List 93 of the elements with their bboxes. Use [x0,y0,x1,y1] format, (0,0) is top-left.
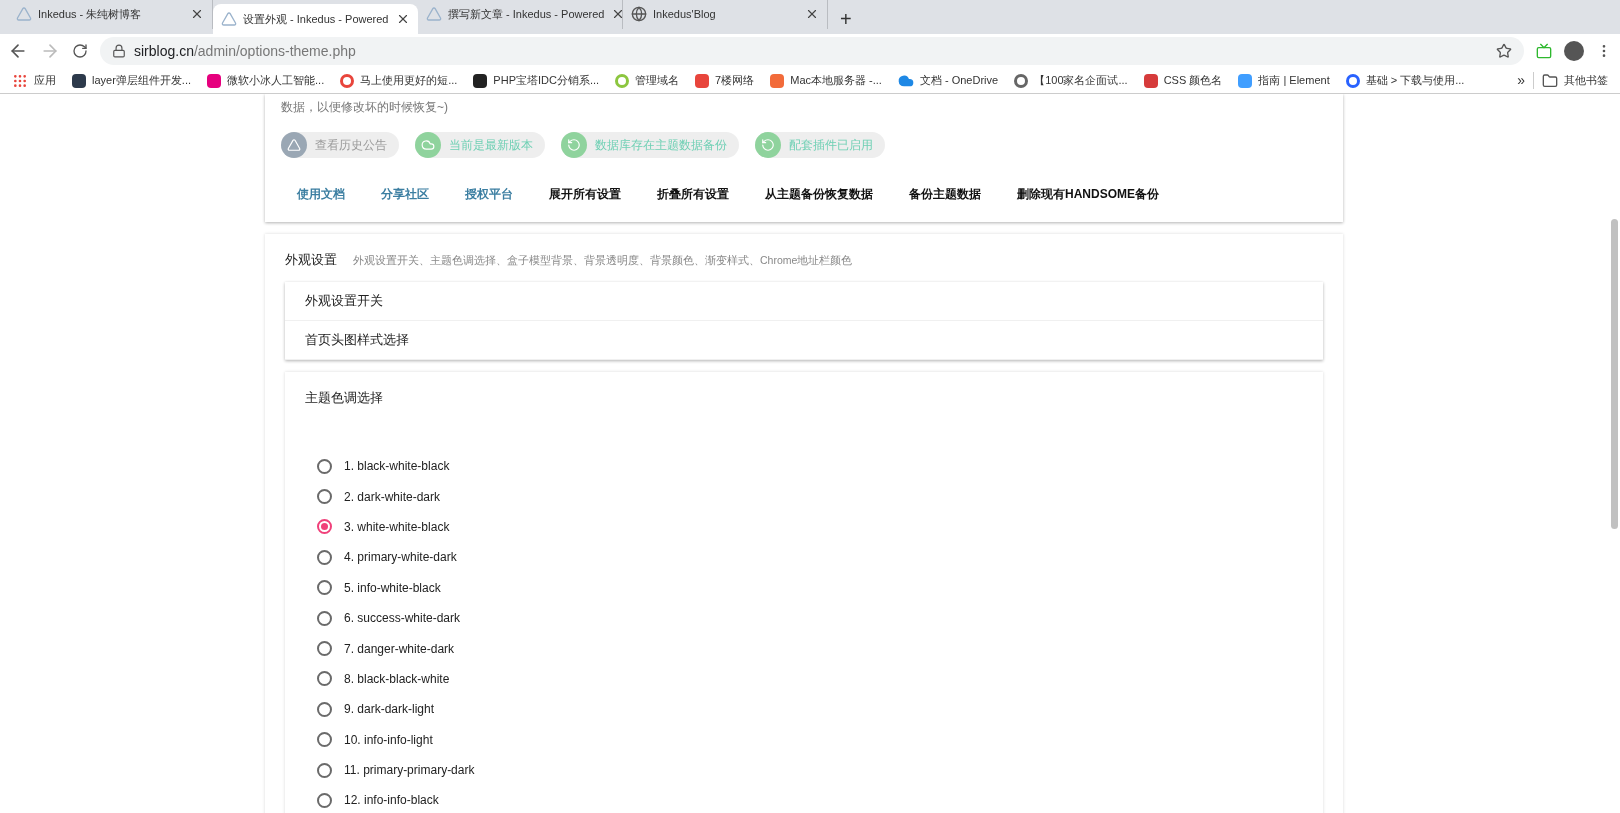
new-tab-button[interactable]: + [828,4,864,34]
bookmark-label: PHP宝塔IDC分销系... [493,73,600,89]
radio-button[interactable] [317,489,332,505]
radio-label: 6. success-white-dark [344,610,461,628]
action-link[interactable]: 展开所有设置 [549,185,621,203]
address-bar[interactable]: sirblog.cn/admin/options-theme.php [100,37,1524,65]
tab-title: Inkedus'Blog [653,6,717,22]
radio-label: 7. danger-white-dark [344,640,455,658]
radio-button[interactable] [317,732,332,748]
bookmark-label: CSS 颜色名 [1163,73,1223,89]
intro-text: 数据，以便修改坏的时候恢复~) [281,99,449,116]
tab-title: 设置外观 - Inkedus - Powered [243,11,390,27]
star-icon[interactable] [1496,43,1512,59]
radio-button[interactable] [317,671,332,687]
bookmark-label: 基础 > 下载与使用... [1365,73,1465,89]
triangle-icon [426,6,442,22]
browser-tab[interactable]: 撰写新文章 - Inkedus - Powered [418,0,623,29]
nav-link[interactable]: 授权平台 [465,185,513,203]
bookmark-item[interactable]: Mac本地服务器 -... [770,72,882,89]
section-title: 外观设置 [285,251,337,269]
action-link[interactable]: 从主题备份恢复数据 [765,185,873,203]
action-link[interactable]: 删除现有HANDSOME备份 [1017,185,1159,203]
radio-button[interactable] [317,549,332,565]
bookmark-label: 指南 | Element [1258,73,1330,89]
radio-button[interactable] [317,793,332,808]
radio-label: 3. white-white-black [344,518,450,536]
reload-icon[interactable] [72,43,88,59]
radio-button[interactable] [317,762,332,778]
nav-link[interactable]: 分享社区 [381,185,429,203]
bookmark-item[interactable]: 应用 [12,72,56,89]
folder-icon [1542,72,1558,89]
bookmark-item[interactable]: layer弹层组件开发... [72,72,191,89]
panel-title: 主题色调选择 [305,388,384,407]
action-link[interactable]: 备份主题数据 [909,185,981,203]
bookmark-item[interactable]: 基础 > 下载与使用... [1345,72,1465,89]
tab-title: Inkedus - 朱纯树博客 [38,6,143,22]
radio-label: 9. dark-dark-light [344,701,435,719]
bookmark-label: 【100家名企面试... [1034,73,1128,89]
other-bookmarks-label[interactable]: 其他书签 [1564,72,1608,89]
bookmark-label: layer弹层组件开发... [92,73,191,89]
section-description: 外观设置开关、主题色调选择、盒子模型背景、背景透明度、背景颜色、渐变样式、Chrome地址栏颜色 [353,253,853,268]
bookmark-item[interactable]: 指南 | Element [1238,72,1330,89]
browser-tab[interactable]: 设置外观 - Inkedus - Powered [213,4,418,34]
radio-label: 11. primary-primary-dark [344,762,475,780]
bookmark-label: 管理域名 [635,73,680,89]
globe-icon [631,6,647,22]
more-bookmarks-button[interactable]: » [1509,70,1533,91]
bookmark-label: Mac本地服务器 -... [790,73,882,89]
bookmark-item[interactable]: PHP宝塔IDC分销系... [473,72,600,89]
radio-label: 8. black-black-white [344,670,450,688]
bookmark-item[interactable]: 7楼网络 [695,72,755,89]
tv-icon[interactable] [1536,43,1552,59]
close-icon[interactable] [396,12,410,26]
refresh-icon [755,132,781,158]
bookmark-item[interactable]: 【100家名企面试... [1014,72,1128,89]
browser-tab[interactable]: Inkedus'Blog [623,0,828,29]
radio-label: 2. dark-white-dark [344,488,441,506]
bookmark-label: 马上使用更好的短... [360,73,458,89]
tab-title: 撰写新文章 - Inkedus - Powered [448,6,605,22]
close-icon[interactable] [190,7,204,21]
bookmark-item[interactable]: 微软小冰人工智能... [207,72,325,89]
bookmark-label: 文档 - OneDrive [919,73,999,89]
panel-header[interactable]: 首页头图样式选择 [285,320,1323,360]
bookmark-item[interactable]: 管理域名 [615,72,680,89]
bookmark-item[interactable]: 马上使用更好的短... [340,72,458,89]
radio-button[interactable] [317,701,332,717]
panel-header[interactable]: 外观设置开关 [285,281,1323,321]
action-link[interactable]: 折叠所有设置 [657,185,729,203]
close-icon[interactable] [805,7,819,21]
radio-button[interactable] [317,641,332,657]
triangle-icon [16,6,32,22]
bookmark-item[interactable]: CSS 颜色名 [1143,72,1223,89]
bookmark-label: 7楼网络 [715,73,755,89]
bookmark-label: 微软小冰人工智能... [227,73,325,89]
bookmark-label: 应用 [34,73,56,89]
nav-link[interactable]: 使用文档 [297,185,345,203]
scrollbar-thumb[interactable] [1610,219,1618,529]
radio-label: 10. info-info-light [344,731,433,749]
radio-button[interactable] [317,610,332,626]
radio-label: 1. black-white-black [344,458,450,476]
refresh-icon [561,132,587,158]
radio-button[interactable] [317,458,332,474]
radio-label: 12. info-info-black [344,792,439,810]
radio-button[interactable] [317,519,332,535]
radio-label: 5. info-white-black [344,579,441,597]
avatar-icon[interactable] [1564,41,1584,61]
lock-icon [112,44,126,58]
radio-button[interactable] [317,580,332,596]
triangle-icon [221,11,237,27]
cloud-icon [415,132,441,158]
radio-label: 4. primary-white-dark [344,549,457,567]
bookmark-item[interactable]: 文档 - OneDrive [897,72,999,89]
url-text: sirblog.cn/admin/options-theme.php [134,41,357,61]
